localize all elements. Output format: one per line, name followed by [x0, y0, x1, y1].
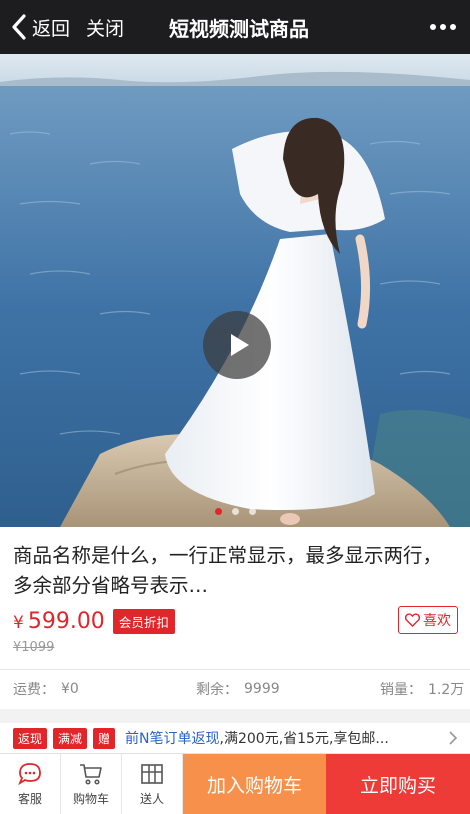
sales-stat: 销量： 1.2万 — [380, 670, 464, 708]
bottom-action-bar: 客服 购物车 送人 加入购物车 立即购买 — [0, 753, 470, 814]
product-name: 商品名称是什么，一行正常显示，最多显示两行，多余部分省略号表示… — [13, 544, 443, 597]
service-label: 客服 — [17, 792, 42, 806]
shipping-value: ¥0 — [61, 681, 79, 697]
promo-tag-discount: 满减 — [53, 727, 88, 749]
add-to-cart-button[interactable]: 加入购物车 — [183, 754, 326, 814]
close-button[interactable]: 关闭 — [86, 0, 124, 54]
page-title: 短视频测试商品 — [169, 16, 309, 41]
promo-highlight: 前N笔订单返现 — [125, 731, 220, 747]
like-button[interactable]: 喜欢 — [398, 606, 458, 634]
carousel-dot[interactable] — [231, 508, 239, 515]
price-value: 599.00 — [27, 608, 105, 634]
product-media — [0, 54, 470, 527]
stock-stat: 剩余： 9999 — [196, 670, 280, 708]
section-spacer — [0, 709, 470, 723]
play-icon — [231, 334, 249, 356]
more-options-icon[interactable] — [430, 0, 456, 54]
original-price: ¥1099 — [13, 640, 55, 655]
gift-icon — [141, 764, 163, 784]
product-photo — [0, 54, 470, 527]
chevron-right-icon — [449, 731, 458, 745]
shipping-label: 运费： — [13, 682, 55, 698]
shipping-stat: 运费： ¥0 — [13, 670, 79, 708]
sales-label: 销量： — [380, 682, 422, 698]
chevron-left-icon — [12, 14, 26, 40]
buy-now-button[interactable]: 立即购买 — [326, 754, 470, 814]
promotion-row[interactable]: 返现 满减 赠 前N笔订单返现,满200元,省15元,享包邮... — [0, 723, 470, 753]
sales-value: 1.2万 — [428, 682, 465, 698]
heart-icon — [405, 613, 420, 627]
carousel-dot[interactable] — [248, 508, 256, 515]
gift-button[interactable]: 送人 — [122, 754, 183, 814]
cart-label: 购物车 — [72, 792, 109, 806]
cart-button[interactable]: 购物车 — [61, 754, 122, 814]
carousel-dot[interactable] — [214, 508, 222, 515]
like-label: 喜欢 — [423, 613, 451, 629]
top-nav-bar: 返回 关闭 短视频测试商品 — [0, 0, 470, 54]
promo-tag-gift: 赠 — [93, 727, 116, 749]
promo-tag-cashback: 返现 — [13, 727, 48, 749]
product-stats: 运费： ¥0 剩余： 9999 销量： 1.2万 — [0, 670, 470, 708]
customer-service-button[interactable]: 客服 — [0, 754, 61, 814]
product-price: ¥599.00 — [13, 609, 105, 634]
promo-text: 前N笔订单返现,满200元,省15元,享包邮... — [125, 728, 389, 748]
back-label: 返回 — [32, 17, 71, 40]
stock-value: 9999 — [244, 681, 280, 697]
member-discount-badge: 会员折扣 — [112, 608, 175, 634]
promo-detail: ,满200元,省15元,享包邮... — [219, 731, 389, 747]
play-video-button[interactable] — [203, 311, 271, 379]
currency-symbol: ¥ — [13, 612, 24, 633]
shopping-cart-icon — [80, 764, 102, 785]
gift-label: 送人 — [139, 792, 164, 806]
back-button[interactable]: 返回 — [10, 0, 70, 54]
stock-label: 剩余： — [196, 682, 238, 698]
chat-icon — [18, 763, 41, 786]
price-row: ¥599.00 会员折扣 — [13, 605, 175, 637]
carousel-indicator — [0, 508, 470, 515]
